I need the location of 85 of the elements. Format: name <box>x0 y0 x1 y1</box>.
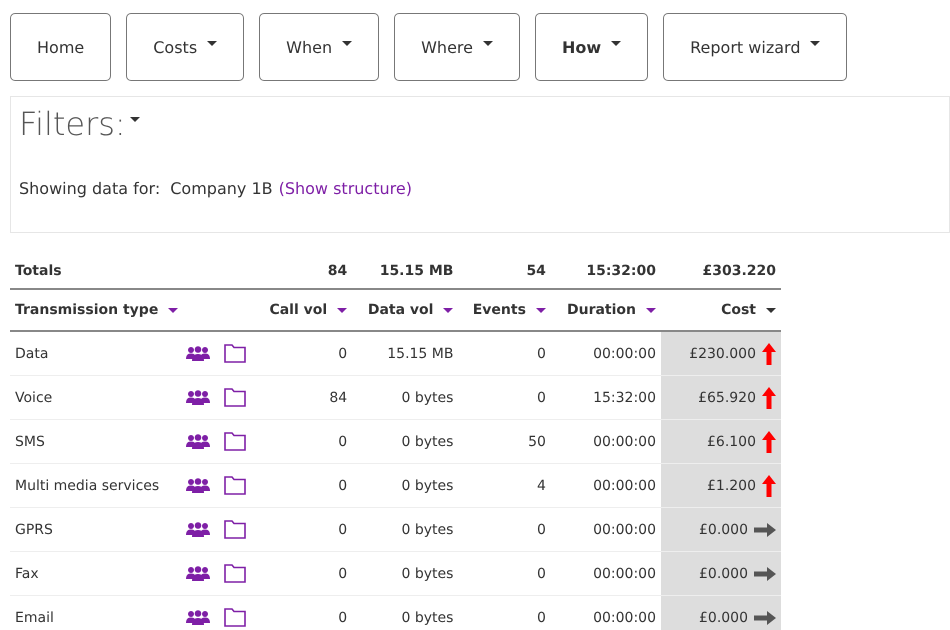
table-cell: 0 <box>254 508 352 552</box>
folder-icon[interactable] <box>224 432 246 451</box>
table-cell: Voice <box>10 376 182 420</box>
sort-caret-icon[interactable] <box>646 308 656 312</box>
sort-caret-icon[interactable] <box>536 308 546 312</box>
sort-caret-icon[interactable] <box>168 308 178 312</box>
show-structure-link[interactable]: (Show structure) <box>278 179 412 198</box>
folder-icon[interactable] <box>224 564 246 583</box>
nav-button[interactable]: Home <box>10 13 112 81</box>
nav-button[interactable]: Costs <box>126 13 244 81</box>
cost-value: £0.000 <box>699 566 748 582</box>
up-arrow-icon <box>762 342 776 364</box>
table-cell: 0 <box>458 331 551 376</box>
table-cell: 0 <box>254 331 352 376</box>
table-cell: 0 <box>254 552 352 596</box>
right-arrow-icon <box>754 566 776 580</box>
table-cell: 84 <box>254 376 352 420</box>
table-cell: 15.15 MB <box>352 331 458 376</box>
nav-button[interactable]: How <box>534 13 648 81</box>
totals-label: Totals <box>10 253 182 289</box>
table-cell: 0 bytes <box>352 464 458 508</box>
table-cell: Multi media services <box>10 464 182 508</box>
nav-button[interactable]: Where <box>394 13 520 81</box>
group-icon[interactable] <box>186 566 210 582</box>
table-cell: 0 bytes <box>352 376 458 420</box>
filters-title[interactable]: Filters: <box>19 105 126 143</box>
table-cell: 0 <box>254 420 352 464</box>
group-icon[interactable] <box>186 522 210 538</box>
table-cell: £303.220 <box>661 253 781 289</box>
cost-value: £6.100 <box>707 434 756 450</box>
table-cell: 4 <box>458 464 551 508</box>
column-header[interactable]: Cost <box>721 302 756 318</box>
table-cell: 0 bytes <box>352 552 458 596</box>
cost-value: £230.000 <box>689 346 756 362</box>
table-cell: 0 <box>458 596 551 630</box>
group-icon[interactable] <box>186 346 210 362</box>
table-cell: 84 <box>254 253 352 289</box>
table-cell: GPRS <box>10 508 182 552</box>
sort-caret-icon[interactable] <box>443 308 454 312</box>
folder-icon[interactable] <box>224 344 246 363</box>
showing-label: Showing data for: <box>19 179 160 198</box>
nav-button[interactable]: Report wizard <box>663 13 848 81</box>
table-cell: 54 <box>458 253 551 289</box>
table-cell: 15:32:00 <box>550 253 661 289</box>
table-cell: 0 <box>254 464 352 508</box>
group-icon[interactable] <box>186 390 210 406</box>
column-header[interactable]: Data vol <box>368 302 434 318</box>
group-icon[interactable] <box>186 434 210 450</box>
cost-value: £0.000 <box>699 610 748 626</box>
group-icon[interactable] <box>186 610 210 626</box>
up-arrow-icon <box>762 474 776 496</box>
table-cell: 0 <box>254 596 352 630</box>
table-cell: 15.15 MB <box>352 253 458 289</box>
folder-icon[interactable] <box>224 520 246 539</box>
table-cell: Data <box>10 331 182 376</box>
table-cell: 0 bytes <box>352 420 458 464</box>
table-cell: 0 <box>458 552 551 596</box>
column-header[interactable]: Call vol <box>269 302 328 318</box>
folder-icon[interactable] <box>224 608 246 627</box>
table-cell: 0 bytes <box>352 508 458 552</box>
table-cell: Fax <box>10 552 182 596</box>
up-arrow-icon <box>762 386 776 408</box>
table-cell: 0 bytes <box>352 596 458 630</box>
cost-value: £1.200 <box>707 478 756 494</box>
right-arrow-icon <box>754 610 776 624</box>
group-icon[interactable] <box>186 478 210 494</box>
up-arrow-icon <box>762 430 776 452</box>
folder-icon[interactable] <box>224 476 246 495</box>
company-name: Company 1B <box>170 179 273 198</box>
table-cell: Email <box>10 596 182 630</box>
sort-caret-icon[interactable] <box>766 308 776 312</box>
column-header[interactable]: Events <box>472 302 526 318</box>
table-cell: 0 <box>458 508 551 552</box>
nav-button[interactable]: When <box>259 13 380 81</box>
cost-value: £0.000 <box>699 522 748 538</box>
table-cell: SMS <box>10 420 182 464</box>
caret-icon[interactable] <box>130 117 140 122</box>
folder-icon[interactable] <box>224 388 246 407</box>
column-header[interactable]: Duration <box>566 302 636 318</box>
cost-value: £65.920 <box>698 390 756 406</box>
table-cell: 0 <box>458 376 551 420</box>
table-cell: 50 <box>458 420 551 464</box>
sort-caret-icon[interactable] <box>337 308 348 312</box>
right-arrow-icon <box>754 522 776 536</box>
column-header[interactable]: Transmission type <box>15 302 158 318</box>
